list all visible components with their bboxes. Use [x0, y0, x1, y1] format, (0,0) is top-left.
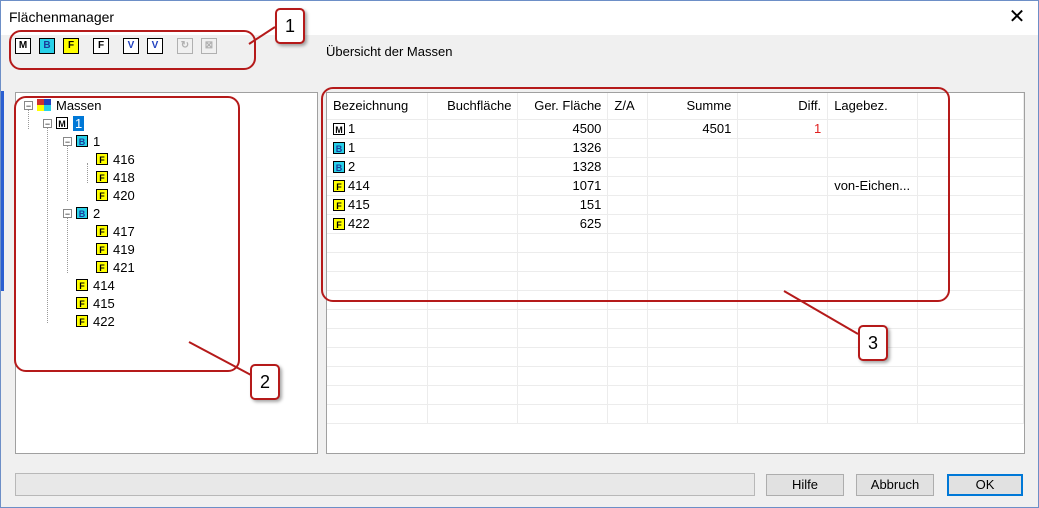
flaechenmanager-window: Flächenmanager ✕ M B F F V V ↻ ⊠ Übersicht der … — [0, 0, 1039, 508]
callout-number-3: 3 — [858, 325, 888, 361]
callout-number-2: 2 — [250, 364, 280, 400]
pointer-3 — [783, 290, 859, 335]
pointer-2 — [188, 341, 252, 376]
callout-number-1: 1 — [275, 8, 305, 44]
callout-pointers — [188, 26, 859, 376]
pointer-1 — [248, 26, 276, 45]
